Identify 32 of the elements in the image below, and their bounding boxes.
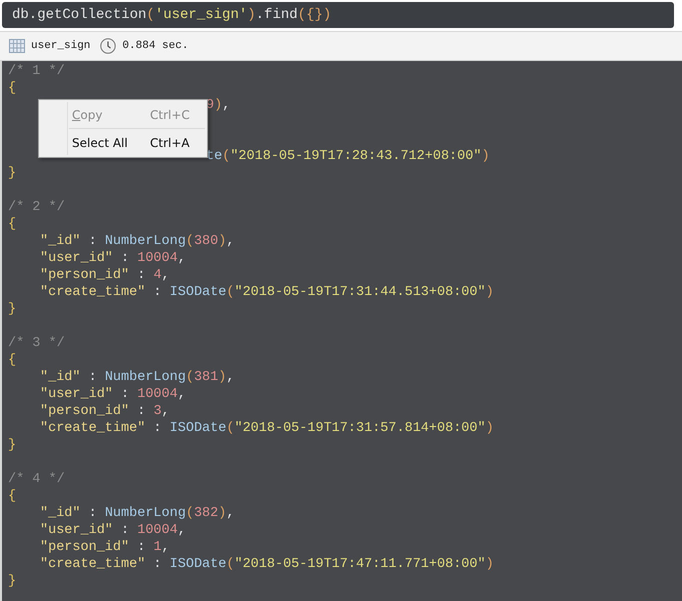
code-line: "create_time" : ISODate("2018-05-19T17:47:11.771+08:00") bbox=[40, 557, 494, 572]
code-line: "user_id" : 10004, bbox=[40, 523, 186, 538]
code-line: "_id" : NumberLong(382), bbox=[40, 506, 234, 521]
query-editor[interactable]: db.getCollection('user_sign').find({}) bbox=[2, 2, 674, 28]
query-text: db.getCollection('user_sign').find({}) bbox=[12, 7, 332, 23]
code-line: "_id" : NumberLong(380), bbox=[40, 234, 234, 249]
query-time: 0.884 sec. bbox=[122, 40, 188, 52]
clock-icon bbox=[100, 38, 116, 54]
code-line: "user_id" : 10004, bbox=[40, 251, 186, 266]
code-line: "person_id" : 4, bbox=[40, 268, 170, 283]
close-brace: } bbox=[8, 166, 16, 181]
code-line: "person_id" : 1, bbox=[40, 540, 170, 555]
table-grid-icon bbox=[9, 39, 25, 53]
open-brace: { bbox=[8, 489, 16, 504]
code-line: "create_time" : ISODate("2018-05-19T17:31:44.513+08:00") bbox=[40, 285, 494, 300]
record-comment: /* 2 */ bbox=[8, 200, 65, 215]
code-line: "_id" : NumberLong(381), bbox=[40, 370, 234, 385]
record-comment: /* 1 */ bbox=[8, 64, 65, 79]
collection-name: user_sign bbox=[31, 40, 90, 52]
open-brace: { bbox=[8, 81, 16, 96]
close-brace: } bbox=[8, 574, 16, 589]
record-comment: /* 4 */ bbox=[8, 472, 65, 487]
close-brace: } bbox=[8, 302, 16, 317]
menu-item[interactable]: Select All Ctrl+A bbox=[39, 130, 207, 155]
code-line: te("2018-05-19T17:28:43.712+08:00") bbox=[206, 149, 490, 164]
code-line: "create_time" : ISODate("2018-05-19T17:31:57.814+08:00") bbox=[40, 421, 494, 436]
close-brace: } bbox=[8, 438, 16, 453]
code-line: "person_id" : 3, bbox=[40, 404, 170, 419]
open-brace: { bbox=[8, 353, 16, 368]
open-brace: { bbox=[8, 217, 16, 232]
record-comment: /* 3 */ bbox=[8, 336, 65, 351]
code-line: "user_id" : 10004, bbox=[40, 387, 186, 402]
